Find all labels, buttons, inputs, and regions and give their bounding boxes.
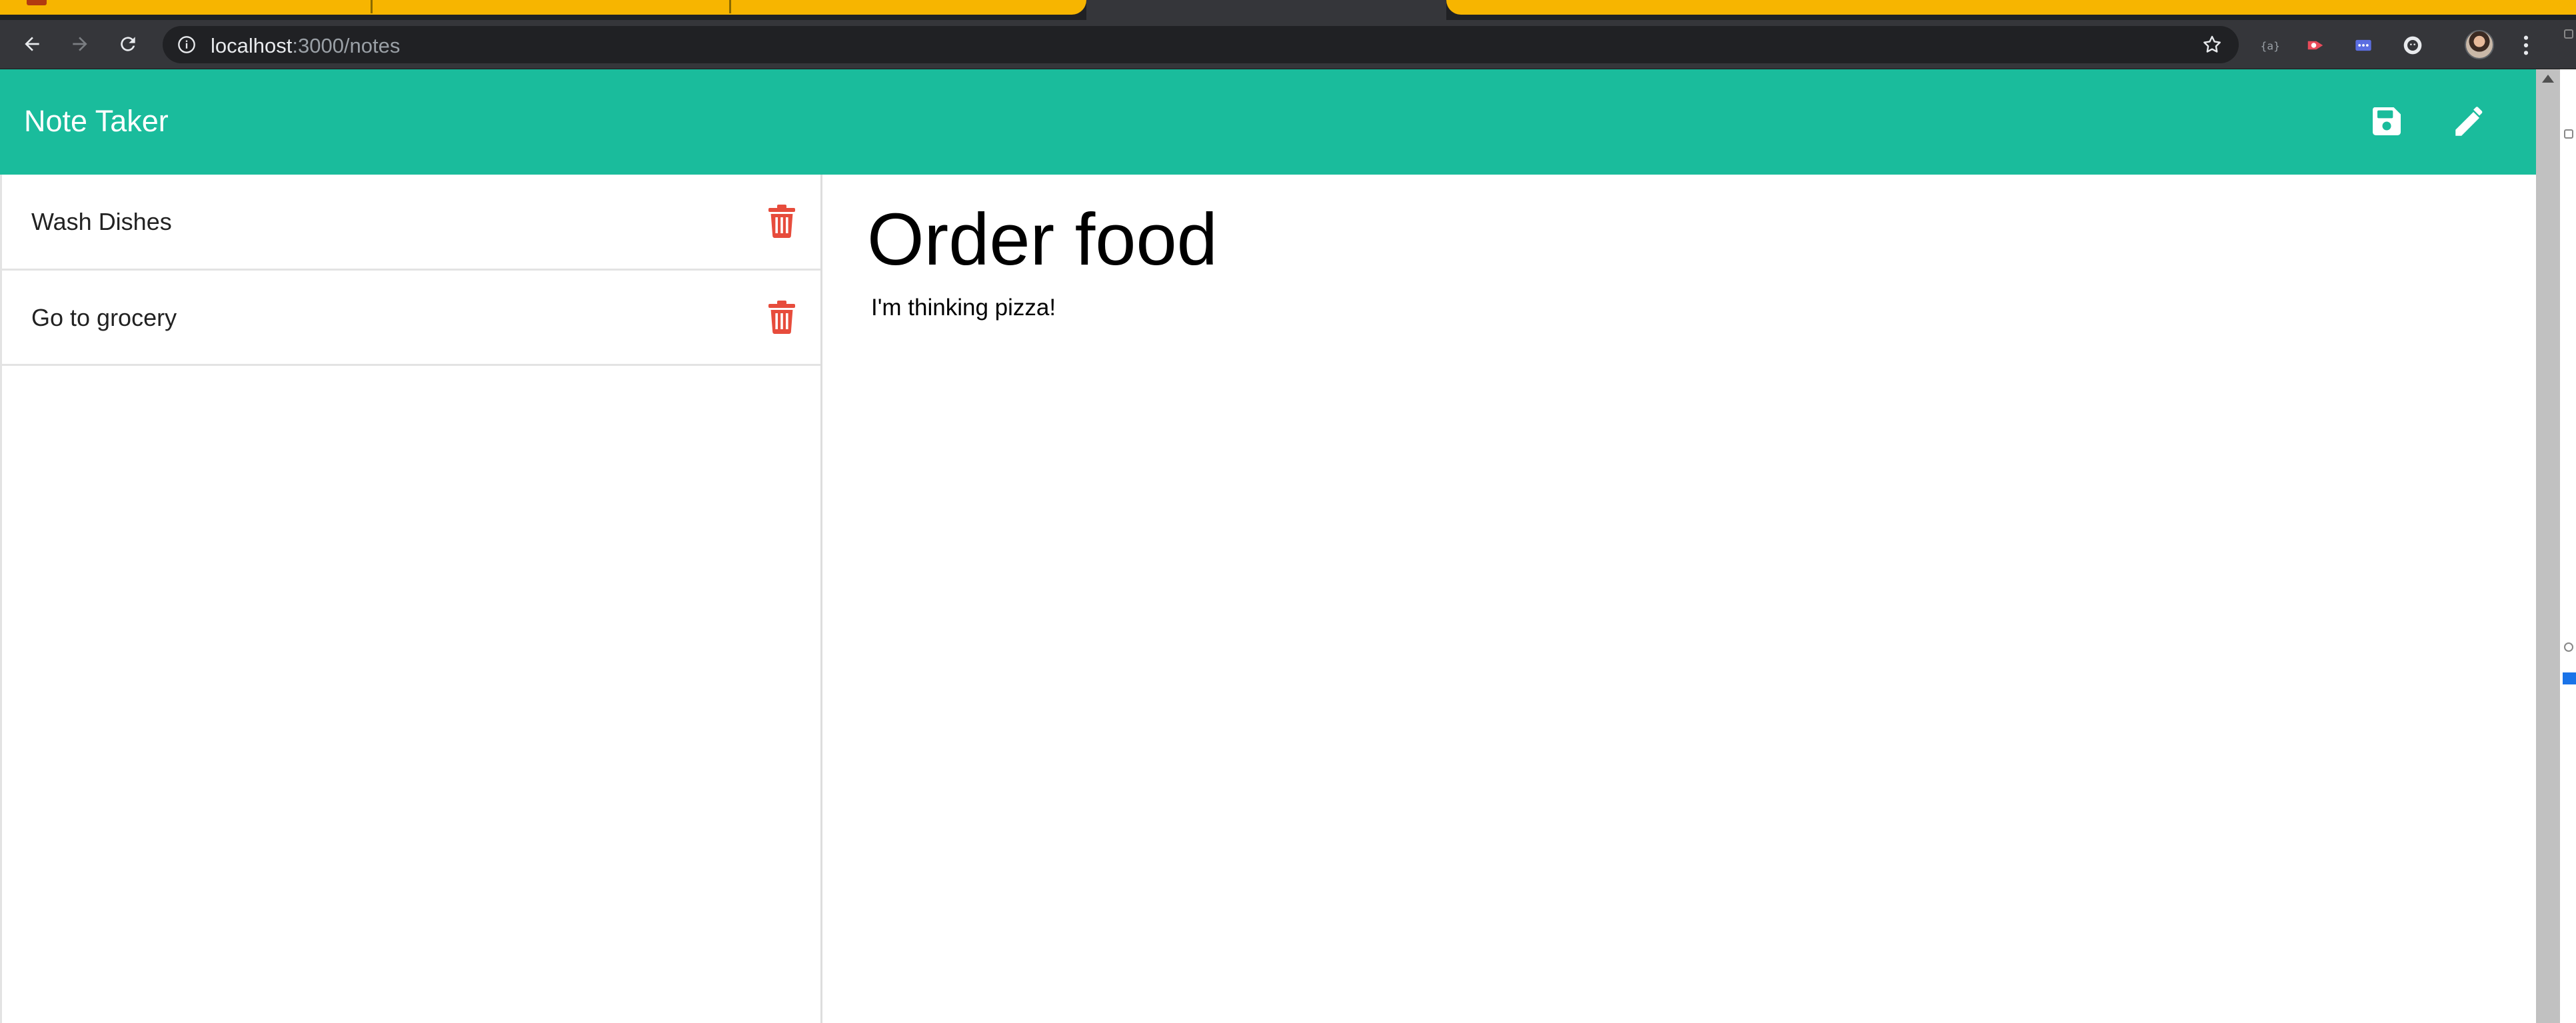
save-icon — [2372, 107, 2401, 135]
note-list-title[interactable]: Wash Dishes — [31, 208, 172, 236]
notes-sidebar: Wash Dishes Go to grocery — [0, 175, 822, 1023]
gear-icon[interactable] — [2564, 642, 2573, 652]
tab-favicon — [27, 0, 47, 5]
extension-json-icon[interactable]: {a} — [2258, 35, 2279, 56]
devtools-icon[interactable] — [2564, 29, 2573, 39]
arrow-right-icon — [73, 37, 87, 51]
devtools-icon[interactable] — [2564, 129, 2573, 139]
scroll-up-arrow-icon[interactable] — [2542, 75, 2554, 83]
url-host: localhost — [211, 34, 293, 57]
note-editor: Order food I'm thinking pizza! — [824, 175, 2536, 1023]
tab-separator — [729, 0, 731, 13]
tab-separator — [371, 0, 373, 13]
new-note-button[interactable] — [2449, 100, 2491, 143]
trash-icon[interactable] — [767, 204, 796, 239]
address-bar[interactable]: localhost:3000/notes — [163, 26, 2239, 63]
reload-icon — [121, 37, 135, 51]
app-navbar: Note Taker — [0, 69, 2536, 175]
reload-button[interactable] — [113, 29, 143, 59]
url-path: :3000/notes — [292, 34, 401, 57]
trash-icon[interactable] — [767, 300, 796, 335]
profile-avatar[interactable] — [2465, 30, 2494, 59]
devtools-badge — [2563, 672, 2576, 684]
url-text[interactable]: localhost:3000/notes — [211, 34, 400, 58]
browser-toolbar: localhost:3000/notes {a} — [0, 20, 2576, 69]
devtools-edge — [2560, 29, 2576, 1023]
note-text-field[interactable]: I'm thinking pizza! — [871, 295, 1056, 321]
save-note-button[interactable] — [2365, 100, 2408, 143]
note-list-title[interactable]: Go to grocery — [31, 304, 177, 332]
browser-tab-active[interactable] — [1086, 0, 1446, 20]
note-title-field[interactable]: Order food — [867, 197, 1218, 282]
browser-tab-group-left[interactable] — [0, 0, 1086, 15]
extension-face-icon[interactable] — [2402, 35, 2423, 56]
forward-button[interactable] — [65, 29, 95, 59]
browser-menu-icon[interactable] — [2515, 35, 2537, 56]
pencil-icon — [2455, 107, 2485, 136]
note-list-item[interactable]: Go to grocery — [2, 271, 820, 366]
extension-red-arrow-icon[interactable] — [2305, 35, 2326, 56]
browser-tab-group-right[interactable] — [1446, 0, 2576, 15]
extension-dots-icon[interactable] — [2353, 35, 2374, 56]
page-scrollbar[interactable] — [2536, 29, 2576, 1023]
browser-tab-strip — [0, 0, 2576, 20]
svg-text:{a}: {a} — [2261, 39, 2279, 52]
app-title[interactable]: Note Taker — [24, 104, 169, 139]
info-icon[interactable] — [177, 35, 196, 54]
note-list-item[interactable]: Wash Dishes — [2, 175, 820, 271]
back-button[interactable] — [17, 29, 47, 59]
bookmark-star-icon[interactable] — [2201, 34, 2223, 55]
arrow-left-icon — [25, 37, 39, 51]
scrollbar-thumb[interactable] — [2536, 69, 2560, 1023]
